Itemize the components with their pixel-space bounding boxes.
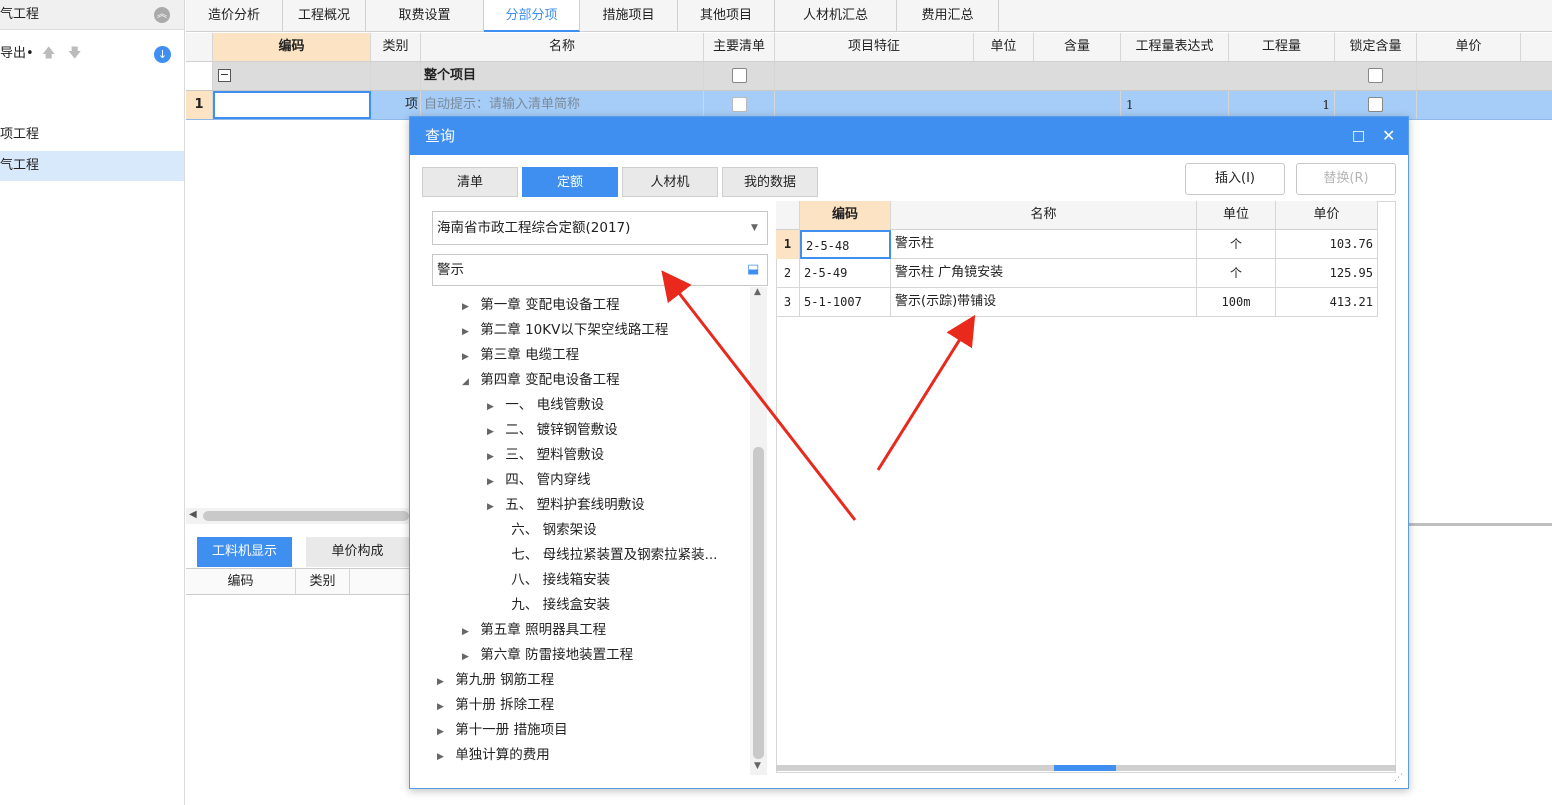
arrow-to-search — [661, 270, 857, 521]
annotation-arrows — [661, 270, 976, 521]
arrow-to-results — [876, 314, 976, 471]
